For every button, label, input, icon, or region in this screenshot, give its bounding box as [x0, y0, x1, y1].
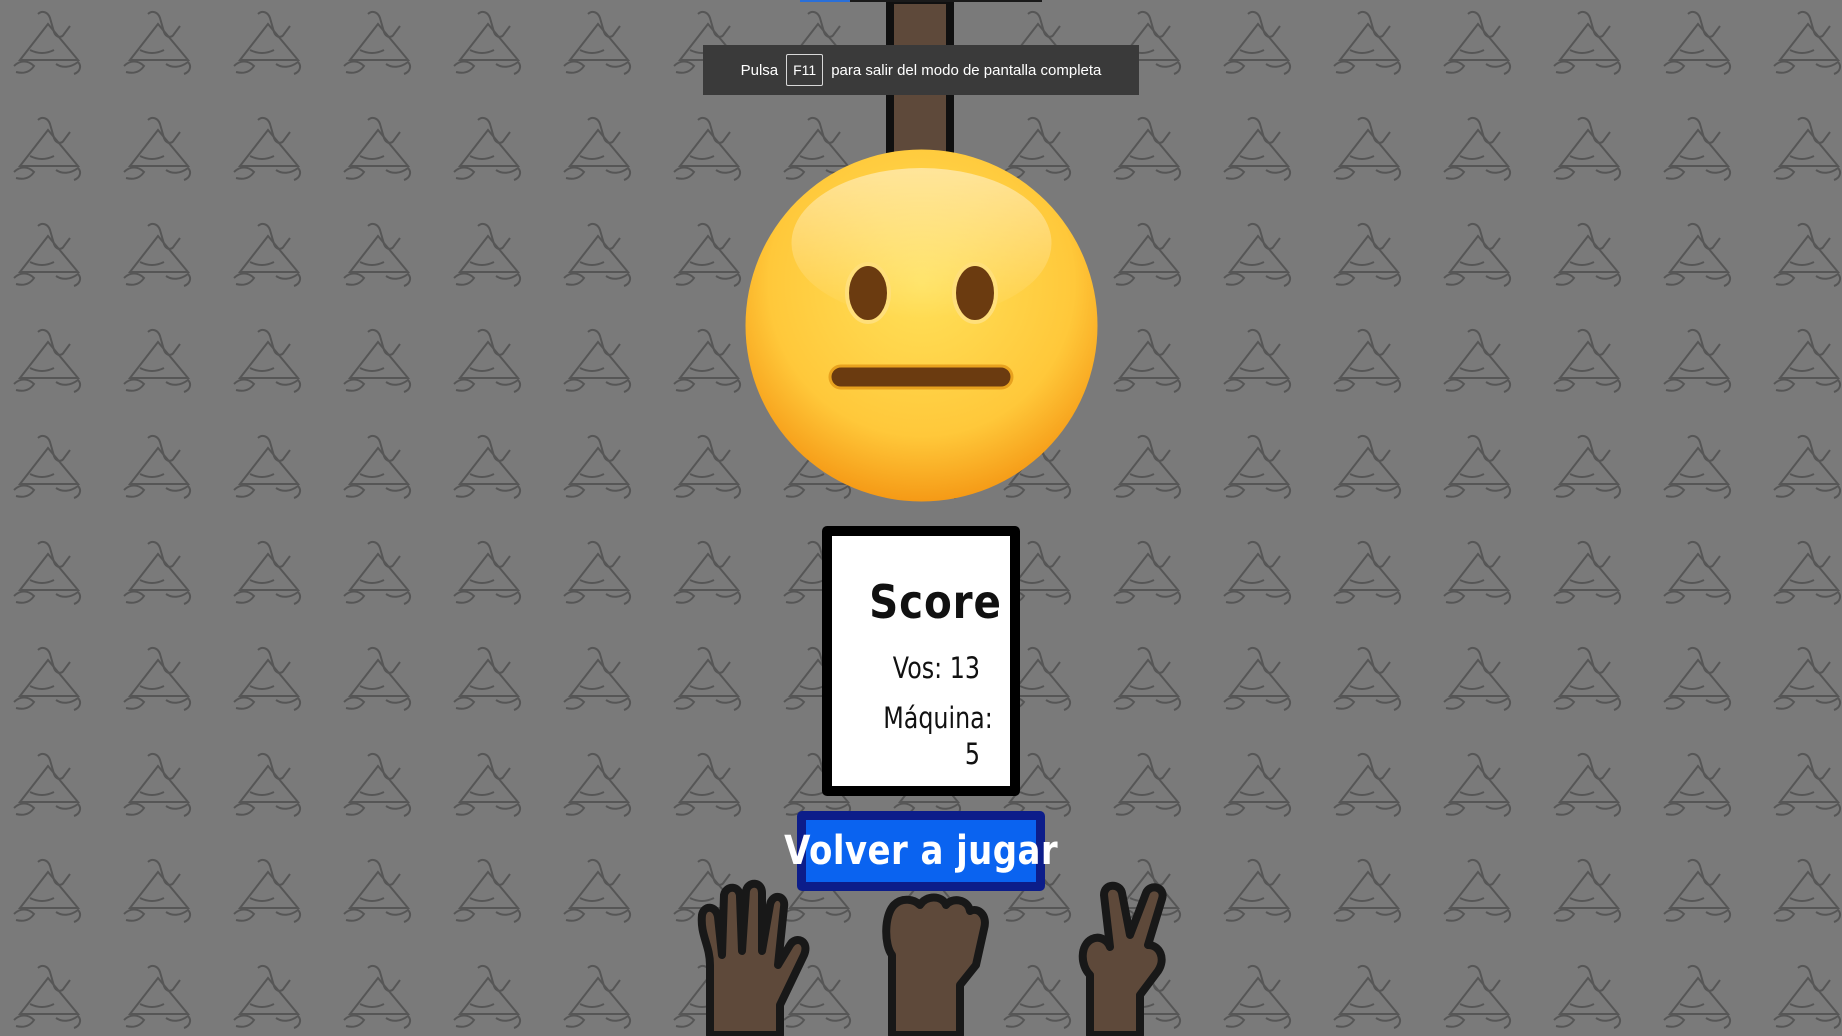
hint-suffix: para salir del modo de pantalla completa — [831, 61, 1102, 79]
top-progress-bar — [800, 0, 1042, 2]
f11-key-badge: F11 — [786, 54, 824, 86]
fullscreen-exit-hint: Pulsa F11 para salir del modo de pantall… — [703, 45, 1139, 95]
hint-prefix: Pulsa — [740, 61, 779, 79]
score-title: Score — [869, 575, 1002, 629]
play-again-label: Volver a jugar — [784, 828, 1058, 874]
player-score: Vos: 13 — [892, 651, 980, 685]
play-again-button-face[interactable]: Volver a jugar — [784, 820, 1058, 882]
machine-score: Máquina: 5 — [883, 701, 993, 771]
neutral-face-emoji-icon — [745, 149, 1098, 502]
result-modal: Pulsa F11 para salir del modo de pantall… — [0, 0, 1842, 1036]
score-card-body: Score Vos: 13 Máquina: 5 — [832, 536, 1010, 786]
score-card: Score Vos: 13 Máquina: 5 — [822, 526, 1020, 796]
play-again-button[interactable]: Volver a jugar — [784, 811, 1058, 891]
